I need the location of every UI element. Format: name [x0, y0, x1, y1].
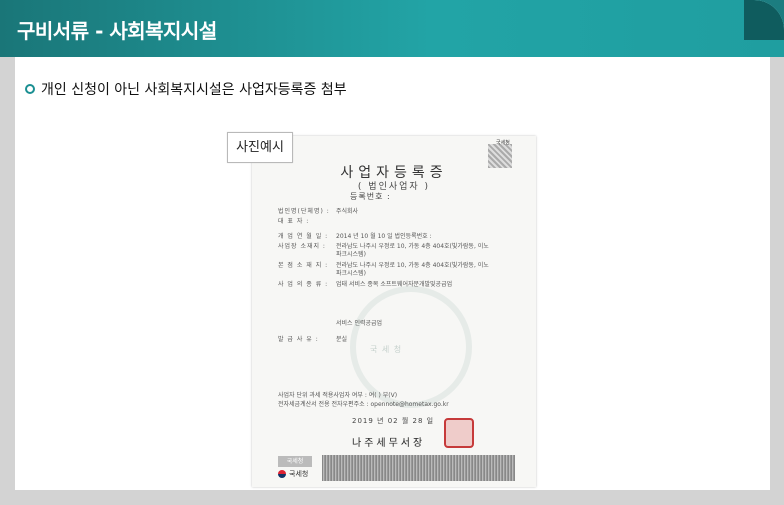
row-value: 주식회사: [336, 208, 359, 215]
row-label: 전자세금계산서 전용 전자우편주소 :: [278, 401, 369, 408]
document-row: 사 업 의 종 류 : 업태 서비스 종목 소프트웨어자문개발및공급업: [278, 279, 452, 288]
document-subtitle: ( 법인사업자 ): [357, 182, 431, 192]
barcode-strip: [322, 455, 515, 481]
taegeuk-icon: [278, 470, 286, 478]
document-row: 전자세금계산서 전용 전자우편주소 : opennote@hometax.go.…: [278, 399, 449, 408]
row-label: 사업자 단위 과세 적용사업자 여부 :: [278, 392, 367, 399]
row-value: 분실: [336, 336, 348, 343]
footer-box: 국세청: [278, 456, 312, 467]
photo-example-label: 사진예시: [227, 132, 293, 163]
footer-logo-text: 국세청: [289, 470, 309, 478]
document-row: 개 업 연 월 일 : 2014 년 10 월 10 일 법인등록번호 :: [278, 231, 432, 240]
row-value: 여( ) 부(V): [368, 392, 398, 399]
document-row: 사업자 단위 과세 적용사업자 여부 : 여( ) 부(V): [278, 390, 397, 399]
document-row: 대 표 자 :: [278, 216, 336, 225]
official-stamp-icon: [444, 418, 474, 448]
content-panel: 개인 신청이 아닌 사회복지시설은 사업자등록증 첨부 사진예시 국세청 국 세…: [15, 57, 770, 490]
watermark-seal-text: 국 세 청: [370, 345, 403, 354]
notice-line: 개인 신청이 아닌 사회복지시설은 사업자등록증 첨부: [25, 79, 347, 99]
row-value: 파크시스템): [336, 251, 366, 258]
document-row: 파크시스템): [278, 268, 366, 277]
row-value: opennote@hometax.go.kr: [370, 401, 449, 408]
footer-logo: 국세청: [278, 469, 308, 479]
document-row: 파크시스템): [278, 249, 366, 258]
row-value: 서비스 인력공급업: [336, 320, 383, 327]
document-image: 국세청 국 세 청 사업자등록증 ( 법인사업자 ) 등록번호 : 법인명(단체…: [252, 136, 536, 487]
document-row: 발 급 사 유 : 분실: [278, 334, 347, 343]
registration-number-label: 등록번호 :: [350, 192, 391, 201]
row-label: 개 업 연 월 일 :: [278, 233, 329, 240]
row-value: 업태 서비스 종목 소프트웨어자문개발및공급업: [336, 281, 453, 288]
row-label: 대 표 자 :: [278, 218, 310, 225]
row-label: 발 급 사 유 :: [278, 336, 319, 343]
row-value: 2014 년 10 월 10 일 법인등록번호 :: [336, 233, 432, 240]
notice-text: 개인 신청이 아닌 사회복지시설은 사업자등록증 첨부: [41, 82, 347, 98]
header-bar: 구비서류 - 사회복지시설: [0, 0, 784, 57]
document-row: 법인명(단체명) : 주식회사: [278, 206, 358, 215]
document-row: 서비스 인력공급업: [278, 318, 382, 327]
app-window: 구비서류 - 사회복지시설 개인 신청이 아닌 사회복지시설은 사업자등록증 첨…: [0, 0, 784, 505]
bullet-icon: [25, 84, 35, 94]
issuing-office: 나주세무서장: [352, 438, 426, 449]
row-label: 법인명(단체명) :: [278, 208, 330, 215]
issue-date: 2019 년 02 월 28 일: [352, 417, 435, 425]
page-title: 구비서류 - 사회복지시설: [17, 19, 217, 43]
business-registration-document: 국세청 국 세 청 사업자등록증 ( 법인사업자 ) 등록번호 : 법인명(단체…: [252, 136, 536, 487]
document-corner-mark: 국세청: [496, 140, 510, 146]
row-value: 파크시스템): [336, 270, 366, 277]
row-label: 사 업 의 종 류 :: [278, 281, 329, 288]
